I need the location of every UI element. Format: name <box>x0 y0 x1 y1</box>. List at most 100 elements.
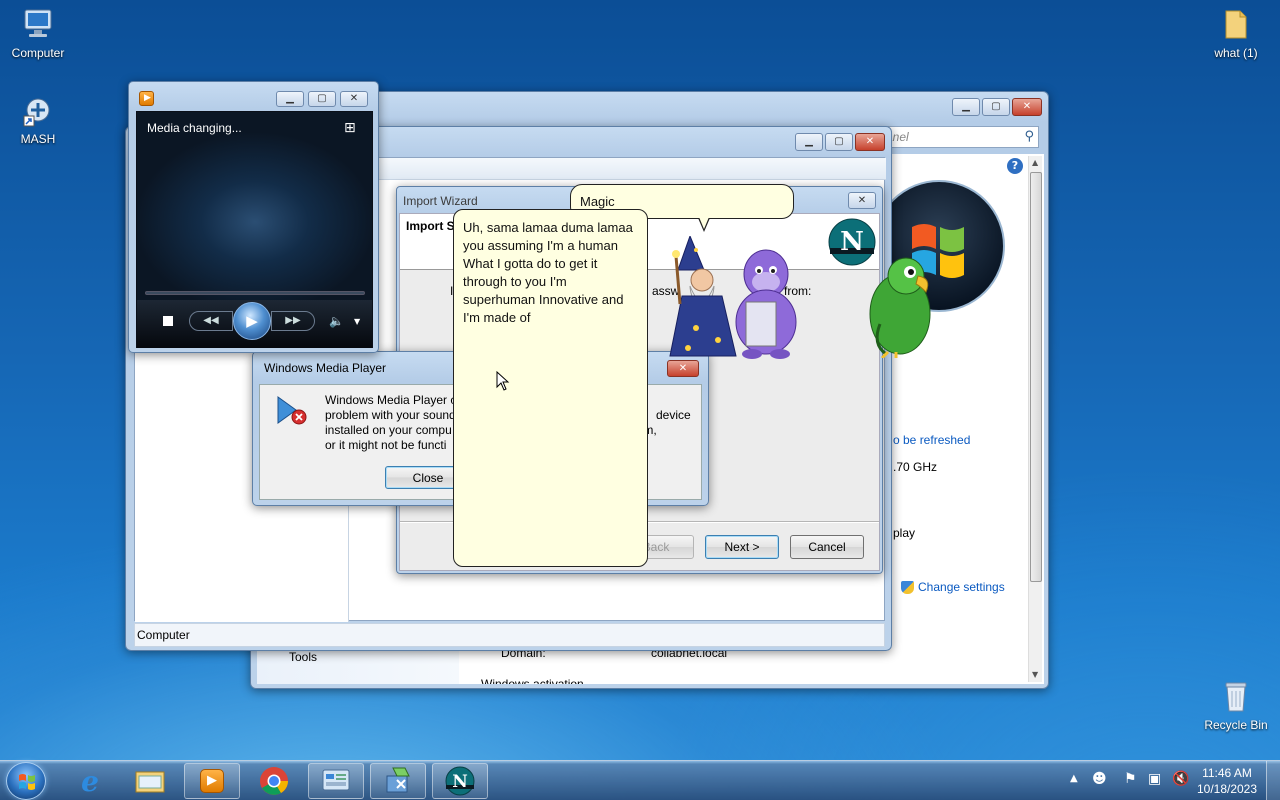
change-settings-link[interactable]: Change settings <box>901 580 1005 594</box>
network-icon[interactable]: ▣ <box>1148 771 1161 787</box>
taskbar-windows-media-player[interactable]: ▶ <box>184 763 240 799</box>
internet-explorer-icon: e <box>81 764 99 798</box>
svg-text:N: N <box>840 227 864 257</box>
dialog-title: Windows Media Player <box>264 361 387 375</box>
error-message: Windows Media Player c problem with your… <box>325 393 456 453</box>
wizard-header-title: Import S <box>406 219 455 233</box>
desktop-icon-what-folder[interactable]: what (1) <box>1198 6 1274 60</box>
recycle-bin-icon <box>1218 678 1254 714</box>
taskbar: e ▶ N ▲ ☻ ⚑ ▣ 🔇 11:46 AM 10/18/2023 <box>0 760 1280 800</box>
media-player-icon: ▶ <box>200 769 224 793</box>
taskbar-setup-installer[interactable] <box>370 763 426 799</box>
installer-icon <box>386 767 410 793</box>
scroll-up-arrow[interactable]: ▲ <box>1032 158 1038 167</box>
now-playing-text: Media changing... <box>147 121 242 135</box>
cancel-button[interactable]: Cancel <box>790 535 864 559</box>
action-center-icon[interactable]: ⚑ <box>1124 771 1137 787</box>
folder-icon <box>1218 6 1254 42</box>
wmp-now-playing-area: Media changing... ⊞ ◀◀ ▶ ▶▶ 🔈 ▼ <box>136 111 373 348</box>
clock-time: 11:46 AM <box>1202 766 1252 780</box>
help-icon[interactable]: ? <box>1007 158 1023 174</box>
speech-text: Uh, sama lamaa duma lamaa you assuming I… <box>463 219 633 327</box>
speech-line: What I gotta do to get it <box>463 256 598 271</box>
desktop-icon-label: MASH <box>20 132 56 146</box>
shield-icon <box>901 580 914 594</box>
pen-touch-value: play <box>893 526 916 540</box>
status-text: Computer <box>137 628 190 642</box>
desktop-icon-label: Recycle Bin <box>1204 718 1268 732</box>
speech-line: through to you I'm <box>463 274 567 289</box>
message-line: Windows Media Player c <box>325 393 457 407</box>
wmp-app-icon: ▶ <box>139 91 154 106</box>
taskbar-internet-explorer[interactable]: e <box>62 763 118 799</box>
scrollbar-thumb[interactable] <box>1030 172 1042 582</box>
window-caption-buttons: ▁ ▢ ✕ <box>952 98 1042 116</box>
volume-icon[interactable]: 🔈 <box>329 314 344 328</box>
message-line: problem with your sound <box>325 408 456 422</box>
taskbar-netscape[interactable]: N <box>432 763 488 799</box>
window-caption-buttons: ▁ ▢ ✕ <box>795 133 885 151</box>
netscape-icon: N <box>445 766 475 796</box>
desktop-icon-recycle-bin[interactable]: Recycle Bin <box>1198 678 1274 732</box>
maximize-button[interactable]: ▢ <box>825 133 853 151</box>
processor-speed-value: .70 GHz <box>893 460 938 474</box>
maximize-button[interactable]: ▢ <box>982 98 1010 116</box>
media-player-window[interactable]: ▶ ▁ ▢ ✕ Media changing... ⊞ ◀◀ ▶ ▶▶ 🔈 ▼ <box>128 81 379 353</box>
desktop-icon-mash[interactable]: MASH <box>0 92 76 146</box>
close-button[interactable]: ✕ <box>855 133 885 151</box>
desktop-icon-computer[interactable]: Computer <box>0 6 76 60</box>
windows-update-link[interactable]: o be refreshed <box>893 433 970 447</box>
svg-text:N: N <box>452 772 468 792</box>
desktop-icon-label: Computer <box>11 46 65 60</box>
close-button[interactable]: ✕ <box>340 91 368 107</box>
volume-dropdown-icon[interactable]: ▼ <box>354 317 360 326</box>
message-line: device <box>656 408 691 422</box>
control-panel-icon <box>322 769 350 791</box>
taskbar-windows-explorer[interactable] <box>122 763 178 799</box>
minimize-button[interactable]: ▁ <box>276 91 304 107</box>
volume-muted-icon[interactable]: 🔇 <box>1172 771 1189 787</box>
start-button[interactable] <box>6 762 46 800</box>
status-bar: Computer <box>134 623 885 647</box>
desktop-icon-label: what (1) <box>1214 46 1258 60</box>
chrome-icon <box>260 767 288 795</box>
close-button[interactable]: ✕ <box>1012 98 1042 116</box>
scrollbar[interactable]: ▲ ▼ <box>1028 156 1042 682</box>
next-track-button[interactable]: ▶▶ <box>271 311 315 331</box>
taskbar-google-chrome[interactable] <box>246 763 302 799</box>
clock[interactable]: 11:46 AM 10/18/2023 <box>1196 765 1258 797</box>
search-icon: ⚲ <box>1024 129 1034 144</box>
play-button[interactable]: ▶ <box>233 302 271 340</box>
minimize-button[interactable]: ▁ <box>952 98 980 116</box>
windows-flag-icon <box>19 774 35 790</box>
speech-line: I'm made of <box>463 310 531 325</box>
wmp-error-icon <box>274 393 308 427</box>
wizard-title: Import Wizard <box>403 194 478 208</box>
minimize-button[interactable]: ▁ <box>795 133 823 151</box>
change-settings-label: Change settings <box>918 580 1005 594</box>
mash-shortcut-icon <box>20 92 56 128</box>
parrot-character[interactable] <box>866 254 938 360</box>
computer-icon <box>20 6 56 42</box>
bonzi-buddy-character[interactable] <box>728 246 804 360</box>
close-button[interactable]: ✕ <box>667 360 699 377</box>
magic-balloon-tail-fill <box>699 217 709 229</box>
close-button[interactable]: ✕ <box>848 192 876 209</box>
seek-bar[interactable] <box>145 291 365 295</box>
bonzi-speech-balloon: Uh, sama lamaa duma lamaa you assuming I… <box>453 209 648 567</box>
tray-app-icon[interactable]: ☻ <box>1092 771 1107 787</box>
switch-to-library-icon[interactable]: ⊞ <box>344 120 356 136</box>
window-caption-buttons: ▁ ▢ ✕ <box>276 91 368 107</box>
maximize-button[interactable]: ▢ <box>308 91 336 107</box>
mouse-cursor-icon <box>496 370 510 391</box>
taskbar-control-panel[interactable] <box>308 763 364 799</box>
previous-button[interactable]: ◀◀ <box>189 311 233 331</box>
search-input[interactable]: anel ⚲ <box>881 126 1039 148</box>
message-line: or it might not be functi <box>325 438 447 452</box>
stop-button[interactable] <box>163 316 173 326</box>
show-hidden-icons-button[interactable]: ▲ <box>1070 773 1078 784</box>
next-button[interactable]: Next > <box>705 535 779 559</box>
show-desktop-button[interactable] <box>1266 761 1280 800</box>
tools-label: Tools <box>289 650 318 664</box>
scroll-down-arrow[interactable]: ▼ <box>1032 670 1038 679</box>
